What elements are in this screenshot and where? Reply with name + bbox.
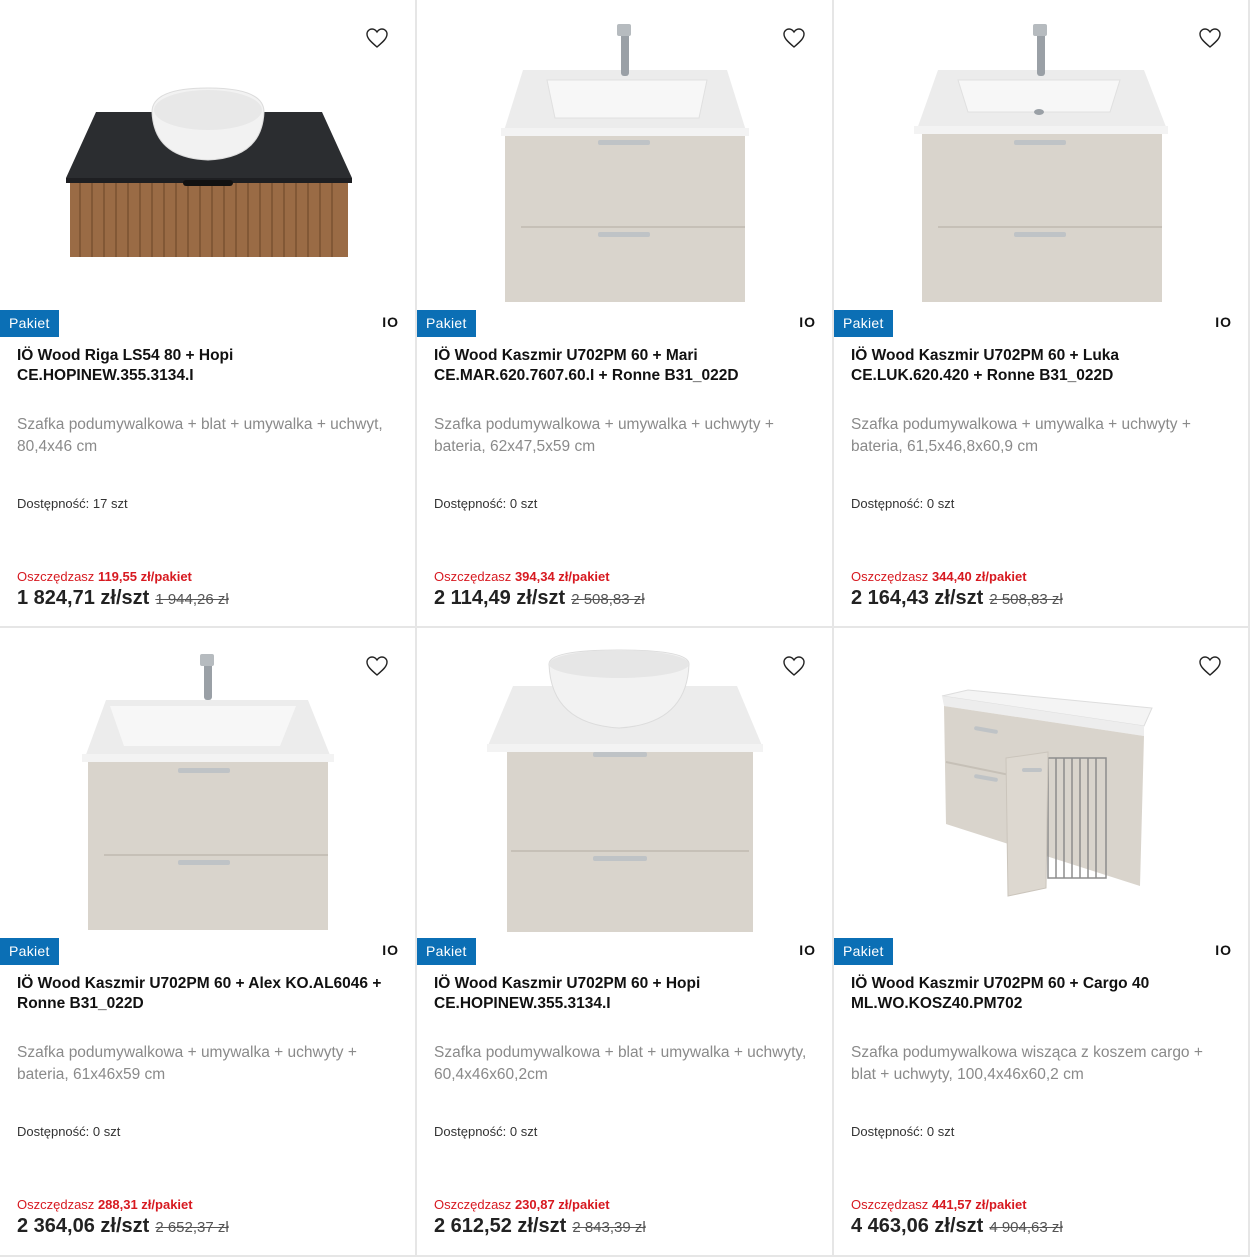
availability: Dostępność: 0 szt [434, 1124, 537, 1139]
savings-value: 288,31 zł/pakiet [97, 1197, 193, 1212]
availability-value: 17 szt [92, 496, 128, 511]
brand-logo: IO [382, 314, 399, 330]
savings-value: 394,34 zł/pakiet [514, 569, 610, 584]
savings-label: Oszczędzasz [851, 569, 929, 584]
current-price: 4 463,06 zł/szt [851, 1215, 984, 1237]
savings-value: 119,55 zł/pakiet [97, 569, 192, 584]
savings: Oszczędzasz 119,55 zł/pakiet [17, 569, 192, 584]
brand-logo: IO [382, 942, 399, 958]
package-badge: Pakiet [417, 310, 476, 337]
product-description: Szafka podumywalkowa + blat + umywalka +… [434, 1044, 807, 1083]
package-badge: Pakiet [0, 310, 59, 337]
savings-value: 344,40 zł/pakiet [931, 569, 1027, 584]
product-description: Szafka podumywalkowa + blat + umywalka +… [17, 416, 383, 455]
price-row: 2 364,06 zł/szt 2 652,37 zł [17, 1215, 229, 1238]
availability-label: Dostępność: [851, 496, 924, 511]
product-image[interactable] [834, 0, 1248, 308]
brand-logo: IO [799, 314, 816, 330]
heart-icon[interactable] [782, 654, 806, 678]
availability: Dostępność: 0 szt [851, 1124, 954, 1139]
package-badge: Pakiet [417, 938, 476, 965]
heart-icon[interactable] [1198, 26, 1222, 50]
price-row: 2 612,52 zł/szt 2 843,39 zł [434, 1215, 646, 1238]
package-badge: Pakiet [834, 938, 893, 965]
availability-value: 0 szt [509, 1124, 538, 1139]
savings: Oszczędzasz 288,31 zł/pakiet [17, 1197, 193, 1212]
brand-logo: IO [1215, 314, 1232, 330]
product-title[interactable]: IÖ Wood Kaszmir U702PM 60 + Mari CE.MAR.… [434, 346, 814, 386]
savings-value: 230,87 zł/pakiet [514, 1197, 610, 1212]
current-price: 1 824,71 zł/szt [17, 587, 150, 609]
availability-value: 0 szt [926, 1124, 955, 1139]
savings-label: Oszczędzasz [17, 1197, 95, 1212]
heart-icon[interactable] [782, 26, 806, 50]
product-title[interactable]: IÖ Wood Riga LS54 80 + Hopi CE.HOPINEW.3… [17, 346, 397, 386]
availability-label: Dostępność: [434, 1124, 507, 1139]
savings: Oszczędzasz 441,57 zł/pakiet [851, 1197, 1027, 1212]
heart-icon[interactable] [365, 26, 389, 50]
availability: Dostępność: 0 szt [17, 1124, 120, 1139]
current-price: 2 114,49 zł/szt [434, 587, 566, 609]
product-card[interactable]: Pakiet IO IÖ Wood Kaszmir U702PM 60 + Ca… [834, 628, 1250, 1257]
current-price: 2 364,06 zł/szt [17, 1215, 150, 1237]
product-description: Szafka podumywalkowa wisząca z koszem ca… [851, 1044, 1203, 1083]
current-price: 2 612,52 zł/szt [434, 1215, 567, 1237]
availability-value: 0 szt [92, 1124, 121, 1139]
product-image[interactable] [417, 628, 832, 936]
product-title[interactable]: IÖ Wood Kaszmir U702PM 60 + Alex KO.AL60… [17, 974, 397, 1014]
price-row: 4 463,06 zł/szt 4 904,63 zł [851, 1215, 1063, 1238]
price-row: 1 824,71 zł/szt 1 944,26 zł [17, 587, 229, 610]
current-price: 2 164,43 zł/szt [851, 587, 984, 609]
product-image[interactable] [417, 0, 832, 308]
availability-value: 0 szt [509, 496, 538, 511]
savings-label: Oszczędzasz [434, 569, 512, 584]
package-badge: Pakiet [834, 310, 893, 337]
savings: Oszczędzasz 344,40 zł/pakiet [851, 569, 1027, 584]
product-image[interactable] [834, 628, 1248, 936]
savings-value: 441,57 zł/pakiet [931, 1197, 1027, 1212]
savings: Oszczędzasz 394,34 zł/pakiet [434, 569, 610, 584]
brand-logo: IO [799, 942, 816, 958]
product-title[interactable]: IÖ Wood Kaszmir U702PM 60 + Hopi CE.HOPI… [434, 974, 814, 1014]
old-price: 2 843,39 zł [572, 1219, 646, 1236]
price-row: 2 164,43 zł/szt 2 508,83 zł [851, 587, 1063, 610]
savings-label: Oszczędzasz [17, 569, 95, 584]
old-price: 2 508,83 zł [571, 591, 645, 608]
availability-label: Dostępność: [434, 496, 507, 511]
product-card[interactable]: Pakiet IO IÖ Wood Kaszmir U702PM 60 + Ho… [417, 628, 834, 1257]
product-title[interactable]: IÖ Wood Kaszmir U702PM 60 + Luka CE.LUK.… [851, 346, 1231, 386]
price-row: 2 114,49 zł/szt 2 508,83 zł [434, 587, 645, 610]
product-image[interactable] [0, 0, 415, 308]
availability-label: Dostępność: [17, 496, 90, 511]
availability-value: 0 szt [926, 496, 955, 511]
product-description: Szafka podumywalkowa + umywalka + uchwyt… [17, 1044, 357, 1083]
old-price: 4 904,63 zł [989, 1219, 1063, 1236]
savings-label: Oszczędzasz [851, 1197, 929, 1212]
savings-label: Oszczędzasz [434, 1197, 512, 1212]
heart-icon[interactable] [1198, 654, 1222, 678]
old-price: 2 508,83 zł [989, 591, 1063, 608]
availability-label: Dostępność: [851, 1124, 924, 1139]
product-title[interactable]: IÖ Wood Kaszmir U702PM 60 + Cargo 40 ML.… [851, 974, 1231, 1014]
package-badge: Pakiet [0, 938, 59, 965]
brand-logo: IO [1215, 942, 1232, 958]
savings: Oszczędzasz 230,87 zł/pakiet [434, 1197, 610, 1212]
product-description: Szafka podumywalkowa + umywalka + uchwyt… [434, 416, 774, 455]
product-grid: Pakiet IO IÖ Wood Riga LS54 80 + Hopi CE… [0, 0, 1250, 1257]
availability-label: Dostępność: [17, 1124, 90, 1139]
availability: Dostępność: 17 szt [17, 496, 128, 511]
product-card[interactable]: Pakiet IO IÖ Wood Kaszmir U702PM 60 + Ma… [417, 0, 834, 628]
availability: Dostępność: 0 szt [851, 496, 954, 511]
heart-icon[interactable] [365, 654, 389, 678]
product-card[interactable]: Pakiet IO IÖ Wood Kaszmir U702PM 60 + Al… [0, 628, 417, 1257]
product-image[interactable] [0, 628, 415, 936]
availability: Dostępność: 0 szt [434, 496, 537, 511]
old-price: 1 944,26 zł [155, 591, 229, 608]
product-description: Szafka podumywalkowa + umywalka + uchwyt… [851, 416, 1191, 455]
product-card[interactable]: Pakiet IO IÖ Wood Riga LS54 80 + Hopi CE… [0, 0, 417, 628]
product-card[interactable]: Pakiet IO IÖ Wood Kaszmir U702PM 60 + Lu… [834, 0, 1250, 628]
old-price: 2 652,37 zł [155, 1219, 229, 1236]
